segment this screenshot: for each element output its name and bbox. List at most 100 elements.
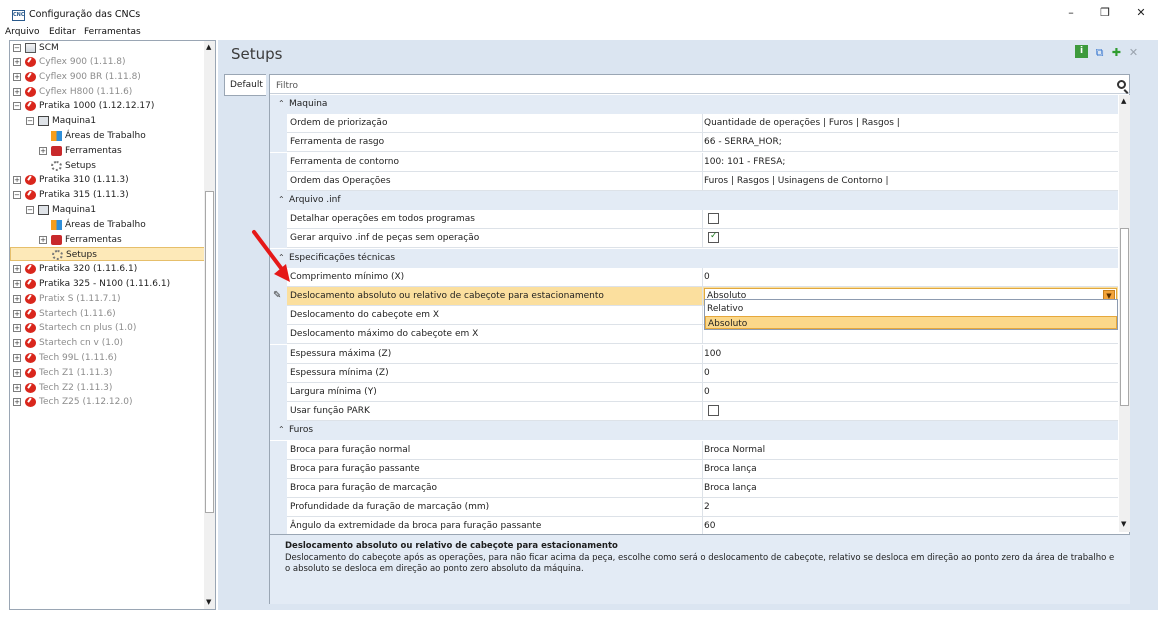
tree-item[interactable]: + Tech Z1 (1.11.3) <box>10 366 205 380</box>
collapse-icon[interactable]: − <box>13 102 21 111</box>
property-value[interactable]: 66 - SERRA_HOR; <box>704 137 782 147</box>
expand-icon[interactable]: + <box>39 235 47 244</box>
property-row[interactable]: Broca para furação de marcação Broca lanç… <box>270 479 1118 498</box>
property-row[interactable]: Profundidade da furação de marcação (mm)… <box>270 498 1118 518</box>
expand-icon[interactable]: + <box>13 58 21 66</box>
copy-icon[interactable]: ⧉ <box>1093 46 1106 59</box>
tree-root-scm[interactable]: − SCM <box>10 41 205 55</box>
expand-icon[interactable]: + <box>13 280 21 288</box>
tree-item[interactable]: + Cyflex 900 BR (1.11.8) <box>10 70 205 84</box>
tree-item[interactable]: + Tech Z2 (1.11.3) <box>10 381 205 395</box>
tab-default[interactable]: Default <box>224 74 266 96</box>
tree-item[interactable]: Setups <box>10 159 205 173</box>
property-value[interactable]: 100 <box>704 349 721 359</box>
menu-arquivo[interactable]: Arquivo <box>5 27 39 37</box>
maximize-button[interactable]: ❐ <box>1089 4 1121 22</box>
property-row[interactable]: Broca para furação normal Broca Normal <box>270 440 1118 460</box>
scroll-up-icon[interactable]: ▲ <box>206 43 211 51</box>
tree-scrollbar[interactable]: ▲ ▼ <box>204 41 215 609</box>
expand-icon[interactable]: + <box>39 146 47 155</box>
expand-icon[interactable]: + <box>13 398 21 407</box>
collapse-caret-icon[interactable]: ⌃ <box>278 195 285 204</box>
collapse-caret-icon[interactable]: ⌃ <box>278 99 285 108</box>
tree-item[interactable]: + Cyflex 900 (1.11.8) <box>10 55 205 69</box>
tree-item[interactable]: + Startech cn plus (1.0) <box>10 321 205 335</box>
grid-scroll-thumb[interactable] <box>1120 228 1129 406</box>
tree-item[interactable]: Áreas de Trabalho <box>10 129 205 143</box>
tree-item[interactable]: + Ferramentas <box>10 233 205 247</box>
tree-item[interactable]: − Pratika 1000 (1.12.12.17) <box>10 99 205 113</box>
tree-item[interactable]: + Startech cn v (1.0) <box>10 336 205 350</box>
collapse-caret-icon[interactable]: ⌃ <box>278 425 285 434</box>
property-value[interactable]: Quantidade de operações | Furos | Rasgos… <box>704 118 900 128</box>
menu-editar[interactable]: Editar <box>49 27 76 37</box>
delete-icon[interactable]: ✕ <box>1127 46 1140 59</box>
property-value[interactable]: 60 <box>704 521 715 531</box>
property-value[interactable]: 2 <box>704 502 710 512</box>
search-icon[interactable] <box>1117 80 1126 89</box>
grid-scrollbar[interactable]: ▲ ▼ <box>1119 95 1130 532</box>
grid-scroll-down-icon[interactable]: ▼ <box>1121 520 1126 528</box>
property-row[interactable]: Ferramenta de rasgo 66 - SERRA_HOR; <box>270 133 1118 153</box>
tree-item[interactable]: + Pratika 320 (1.11.6.1) <box>10 262 205 276</box>
collapse-icon[interactable]: − <box>26 117 34 126</box>
category-row[interactable]: ⌃ Maquina <box>270 95 1118 114</box>
category-row[interactable]: ⌃ Furos <box>270 421 1118 441</box>
property-row[interactable]: Usar função PARK <box>270 402 1118 422</box>
collapse-icon[interactable]: − <box>26 206 34 214</box>
add-icon[interactable]: ✚ <box>1110 46 1123 59</box>
dropdown-option-absoluto[interactable]: Absoluto <box>705 316 1117 329</box>
tree-item[interactable]: + Startech (1.11.6) <box>10 307 205 321</box>
tree-item[interactable]: − Maquina1 <box>10 203 205 217</box>
filter-input[interactable]: Filtro <box>276 81 298 91</box>
property-row[interactable]: Ordem de priorização Quantidade de operaç… <box>270 114 1118 134</box>
expand-icon[interactable]: + <box>13 324 21 333</box>
tree-item[interactable]: − Maquina1 <box>10 114 205 128</box>
expand-icon[interactable]: + <box>13 354 21 362</box>
property-value[interactable]: 0 <box>704 387 710 397</box>
expand-icon[interactable]: + <box>13 309 21 318</box>
minimize-button[interactable]: – <box>1055 4 1087 22</box>
property-row[interactable]: Gerar arquivo .inf de peças sem operação <box>270 229 1118 249</box>
tree-item[interactable]: + Tech Z25 (1.12.12.0) <box>10 395 205 409</box>
expand-icon[interactable]: + <box>13 368 21 377</box>
expand-icon[interactable]: + <box>13 339 21 348</box>
collapse-icon[interactable]: − <box>13 44 21 52</box>
property-value[interactable]: Broca Normal <box>704 445 765 455</box>
property-value[interactable]: Furos | Rasgos | Usinagens de Contorno | <box>704 176 889 186</box>
tree-scroll-thumb[interactable] <box>205 191 214 513</box>
property-value[interactable]: Broca lança <box>704 464 757 474</box>
property-value[interactable]: 100: 101 - FRESA; <box>704 157 785 167</box>
dropdown-option-relativo[interactable]: Relativo <box>705 302 1117 315</box>
tree-item[interactable]: + Pratix S (1.11.7.1) <box>10 292 205 306</box>
tree-item[interactable]: + Pratika 325 - N100 (1.11.6.1) <box>10 277 205 291</box>
collapse-icon[interactable]: − <box>13 191 21 200</box>
tree-item[interactable]: + Pratika 310 (1.11.3) <box>10 173 205 187</box>
expand-icon[interactable]: + <box>13 87 21 96</box>
property-row[interactable]: Espessura máxima (Z) 100 <box>270 344 1118 364</box>
expand-icon[interactable]: + <box>13 176 21 185</box>
scroll-down-icon[interactable]: ▼ <box>206 598 211 606</box>
category-row[interactable]: ⌃ Especificações técnicas <box>270 248 1118 268</box>
expand-icon[interactable]: + <box>13 72 21 81</box>
info-icon[interactable]: i <box>1075 45 1088 58</box>
property-row[interactable]: Broca para furação passante Broca lança <box>270 459 1118 479</box>
tree-item[interactable]: + Ferramentas <box>10 144 205 158</box>
property-row[interactable]: Ferramenta de contorno 100: 101 - FRESA; <box>270 152 1118 172</box>
tree-item[interactable]: Setups <box>10 247 205 262</box>
property-row[interactable]: Detalhar operações em todos programas <box>270 210 1118 230</box>
tree-item[interactable]: Áreas de Trabalho <box>10 218 205 232</box>
tree-item[interactable]: − Pratika 315 (1.11.3) <box>10 188 205 202</box>
property-row[interactable]: Ordem das Operações Furos | Rasgos | Usin… <box>270 171 1118 191</box>
property-checkbox[interactable] <box>708 231 719 244</box>
property-row[interactable]: Largura mínima (Y) 0 <box>270 383 1118 402</box>
property-checkbox[interactable] <box>708 213 719 225</box>
tree-item[interactable]: + Tech 99L (1.11.6) <box>10 351 205 365</box>
close-button[interactable]: ✕ <box>1125 4 1157 22</box>
tree-item[interactable]: + Cyflex H800 (1.11.6) <box>10 85 205 99</box>
expand-icon[interactable]: + <box>13 294 21 303</box>
property-value[interactable]: 0 <box>704 272 710 282</box>
property-checkbox[interactable] <box>708 405 719 417</box>
menu-ferramentas[interactable]: Ferramentas <box>84 27 141 37</box>
property-row[interactable]: Comprimento mínimo (X) 0 <box>270 267 1118 287</box>
